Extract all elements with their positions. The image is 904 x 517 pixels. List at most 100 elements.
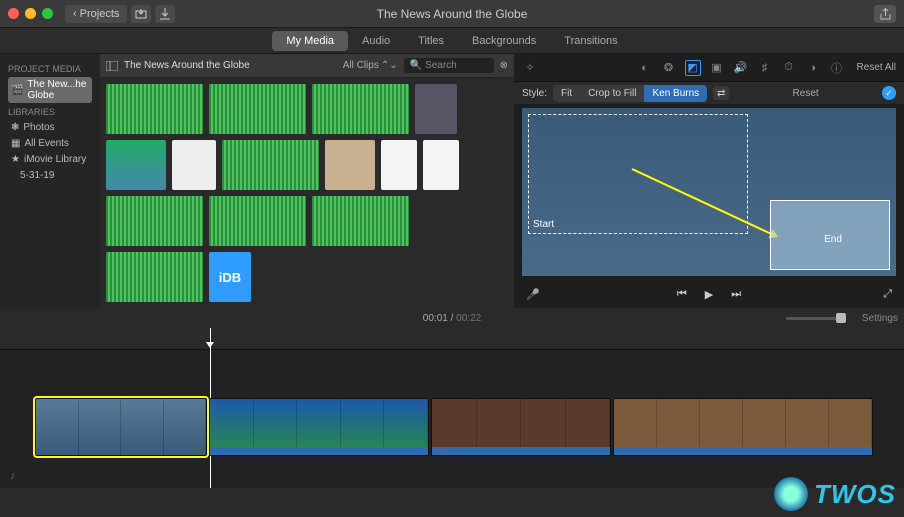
noise-eq-icon[interactable]: ♯ <box>757 60 773 76</box>
share-button[interactable] <box>874 5 896 23</box>
clip-thumbnail[interactable] <box>106 196 203 246</box>
clips-filter-dropdown[interactable]: All Clips ⌃⌄ <box>343 60 398 71</box>
voiceover-mic-icon[interactable]: 🎤 <box>526 288 540 301</box>
tab-backgrounds[interactable]: Backgrounds <box>458 31 550 51</box>
ken-burns-start-rect[interactable] <box>528 114 748 234</box>
clip-thumbnail[interactable] <box>381 140 417 190</box>
search-icon: 🔍 <box>410 60 422 71</box>
clapper-icon: 🎬 <box>11 85 23 96</box>
chevron-left-icon: ‹ <box>73 8 77 20</box>
speed-icon[interactable]: ⏱ <box>781 60 797 76</box>
next-button-icon[interactable]: ⏭ <box>731 288 741 301</box>
clip-thumbnail[interactable] <box>312 196 409 246</box>
window-title: The News Around the Globe <box>377 7 528 21</box>
window-controls <box>8 8 53 19</box>
media-browser: The News Around the Globe All Clips ⌃⌄ 🔍… <box>100 54 514 308</box>
sidebar-photos-label: Photos <box>23 122 54 133</box>
info-icon[interactable]: ⓘ <box>829 60 845 76</box>
stabilization-icon[interactable]: ▣ <box>709 60 725 76</box>
close-window-icon[interactable] <box>8 8 19 19</box>
clip-thumbnail[interactable] <box>415 84 457 134</box>
timeline[interactable]: ♪ <box>0 328 904 488</box>
playhead-time: 00:01 <box>423 313 448 324</box>
clip-thumbnail[interactable] <box>423 140 459 190</box>
style-crop-to-fill[interactable]: Crop to Fill <box>580 85 644 102</box>
zoom-knob[interactable] <box>836 313 846 323</box>
fullscreen-window-icon[interactable] <box>42 8 53 19</box>
clips-filter-label: All Clips <box>343 60 379 71</box>
sidebar-item-library[interactable]: ★ iMovie Library <box>8 152 92 167</box>
sidebar-library-label: iMovie Library <box>24 154 86 165</box>
search-field[interactable]: 🔍 Search <box>404 58 494 73</box>
ken-burns-end-rect[interactable] <box>770 200 890 270</box>
clip-thumbnail[interactable] <box>209 84 306 134</box>
tab-titles[interactable]: Titles <box>404 31 458 51</box>
timeline-ruler[interactable] <box>0 328 904 350</box>
timeline-clip[interactable] <box>431 398 611 456</box>
browser-clips-grid: iDB <box>100 78 514 308</box>
total-duration: 00:22 <box>456 313 481 324</box>
swap-start-end-icon[interactable]: ⇄ <box>713 86 729 100</box>
prev-button-icon[interactable]: ⏮ <box>677 288 687 301</box>
sidebar: PROJECT MEDIA 🎬 The New...he Globe LIBRA… <box>0 54 100 308</box>
grid-icon: ▦ <box>11 138 20 149</box>
play-button-icon[interactable]: ▶ <box>705 288 713 301</box>
reset-crop-button[interactable]: Reset <box>793 88 819 99</box>
video-track <box>35 398 904 458</box>
download-button[interactable] <box>155 5 175 23</box>
timeline-clip[interactable] <box>209 398 429 456</box>
minimize-window-icon[interactable] <box>25 8 36 19</box>
sidebar-item-photos[interactable]: ❃ Photos <box>8 120 92 135</box>
tab-my-media[interactable]: My Media <box>272 31 348 51</box>
back-to-projects-button[interactable]: ‹ Projects <box>65 5 127 23</box>
clip-thumbnail[interactable] <box>209 196 306 246</box>
sidebar-libraries-heading: LIBRARIES <box>8 107 92 117</box>
sidebar-item-all-events[interactable]: ▦ All Events <box>8 136 92 151</box>
clip-thumbnail[interactable] <box>106 252 203 302</box>
preview-content <box>522 108 896 276</box>
sidebar-project-media-heading: PROJECT MEDIA <box>8 64 92 74</box>
star-icon: ★ <box>11 154 20 165</box>
clip-thumbnail[interactable] <box>222 140 319 190</box>
timeline-settings-button[interactable]: Settings <box>862 313 898 324</box>
filmstrip-settings-icon[interactable]: ⊗ <box>500 60 508 71</box>
style-fit[interactable]: Fit <box>553 85 580 102</box>
volume-icon[interactable]: 🔊 <box>733 60 749 76</box>
clip-thumbnail[interactable] <box>172 140 216 190</box>
sidebar-project-item[interactable]: 🎬 The New...he Globe <box>8 77 92 103</box>
viewer-panel: ✧ ◐ ❂ ◩ ▣ 🔊 ♯ ⏱ ◑ ⓘ Reset All Style: Fit… <box>514 54 904 308</box>
sidebar-allevents-label: All Events <box>24 138 68 149</box>
back-label: Projects <box>80 8 120 20</box>
playback-controls: 🎤 ⏮ ▶ ⏭ ⤢ <box>514 280 904 308</box>
clip-thumbnail[interactable]: iDB <box>209 252 251 302</box>
search-placeholder: Search <box>425 60 457 71</box>
browser-event-name: The News Around the Globe <box>124 60 250 71</box>
tab-audio[interactable]: Audio <box>348 31 404 51</box>
import-media-button[interactable] <box>131 5 151 23</box>
color-correction-icon[interactable]: ❂ <box>661 60 677 76</box>
clip-thumbnail[interactable] <box>106 84 203 134</box>
photos-icon: ❃ <box>11 122 19 133</box>
color-balance-icon[interactable]: ◐ <box>637 60 653 76</box>
viewer-toolbar: ✧ ◐ ❂ ◩ ▣ 🔊 ♯ ⏱ ◑ ⓘ Reset All <box>514 54 904 82</box>
sidebar-item-event[interactable]: 5-31-19 <box>8 168 92 183</box>
browser-header: The News Around the Globe All Clips ⌃⌄ 🔍… <box>100 54 514 78</box>
filter-icon[interactable]: ◑ <box>805 60 821 76</box>
apply-check-icon[interactable]: ✓ <box>882 86 896 100</box>
tab-transitions[interactable]: Transitions <box>550 31 631 51</box>
timeline-clip[interactable] <box>613 398 873 456</box>
clip-thumbnail[interactable] <box>106 140 166 190</box>
reset-all-button[interactable]: Reset All <box>857 62 896 73</box>
magic-wand-icon[interactable]: ✧ <box>522 60 538 76</box>
watermark: TWOS <box>774 477 896 511</box>
timeline-clip[interactable] <box>35 398 207 456</box>
clip-thumbnail[interactable] <box>325 140 375 190</box>
style-label: Style: <box>522 88 547 99</box>
fullscreen-icon[interactable]: ⤢ <box>883 288 892 301</box>
preview-viewer[interactable] <box>522 108 896 276</box>
timeline-zoom-slider[interactable] <box>786 317 846 320</box>
clip-thumbnail[interactable] <box>312 84 409 134</box>
crop-icon[interactable]: ◩ <box>685 60 701 76</box>
style-ken-burns[interactable]: Ken Burns <box>644 85 707 102</box>
library-list-toggle-icon[interactable] <box>106 61 118 71</box>
